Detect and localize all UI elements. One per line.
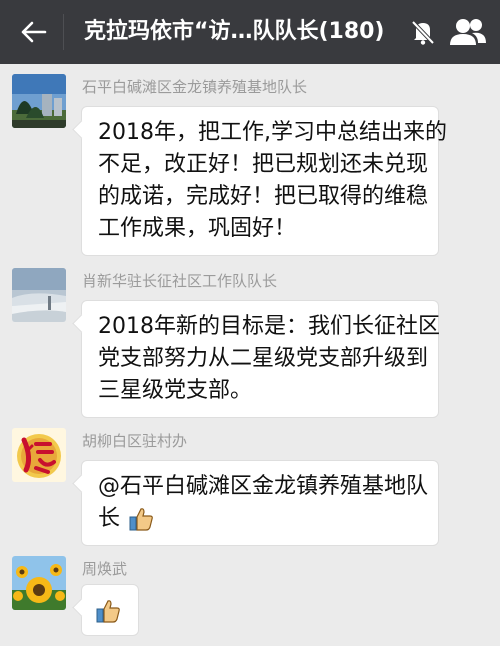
avatar[interactable] (12, 428, 66, 482)
message-bubble[interactable]: 2018年，把工作,学习中总结出来的 不足，改正好！把已规划还未兑现 的成诺，完… (81, 106, 447, 256)
sender-name: 胡柳白区驻村办 (82, 432, 188, 450)
fu-character-image (12, 428, 66, 482)
message-text: 工作成果，巩固好！ (98, 216, 297, 241)
message-text: 2018年新的目标是：我们长征社区 (98, 314, 440, 339)
message-bubble[interactable]: @石平白碱滩区金龙镇养殖基地队 长 (81, 460, 439, 546)
back-button[interactable] (14, 14, 54, 50)
sender-name: 周焕武 (82, 560, 128, 578)
bell-muted-icon (411, 20, 435, 45)
avatar[interactable] (12, 268, 66, 322)
message-text: @石平白碱滩区金龙镇养殖基地队 (98, 474, 429, 499)
message-bubble[interactable] (81, 584, 139, 636)
thumbs-up-icon (96, 600, 120, 623)
sender-name: 肖新华驻长征社区工作队队长 (82, 272, 278, 290)
chat-header: 克拉玛依市“访…队队长(180) (0, 0, 500, 64)
message-text: 不足，改正好！把已规划还未兑现 (98, 152, 429, 177)
misty-landscape-photo (12, 268, 66, 322)
mute-indicator (408, 17, 438, 47)
header-divider (63, 14, 64, 50)
message-text: 三星级党支部。 (98, 378, 253, 403)
thumbs-up-icon (129, 508, 153, 531)
message-text: 党支部努力从二星级党支部升级到 (98, 346, 429, 371)
sender-name: 石平白碱滩区金龙镇养殖基地队长 (82, 78, 308, 96)
message-text: 长 (98, 506, 121, 531)
arrow-left-icon (21, 21, 47, 43)
message-line: 长 (98, 503, 424, 535)
message-text: 2018年，把工作,学习中总结出来的 (98, 120, 447, 145)
city-park-photo (12, 74, 66, 128)
chat-title: 克拉玛依市“访…队队长(180) (84, 19, 385, 44)
avatar[interactable] (12, 556, 66, 610)
members-button[interactable] (448, 16, 488, 48)
message-text: 的成诺，完成好！把已取得的维稳 (98, 184, 429, 209)
message-bubble[interactable]: 2018年新的目标是：我们长征社区 党支部努力从二星级党支部升级到 三星级党支部… (81, 300, 440, 418)
group-members-icon (450, 19, 486, 45)
sunflower-photo (12, 556, 66, 610)
avatar[interactable] (12, 74, 66, 128)
